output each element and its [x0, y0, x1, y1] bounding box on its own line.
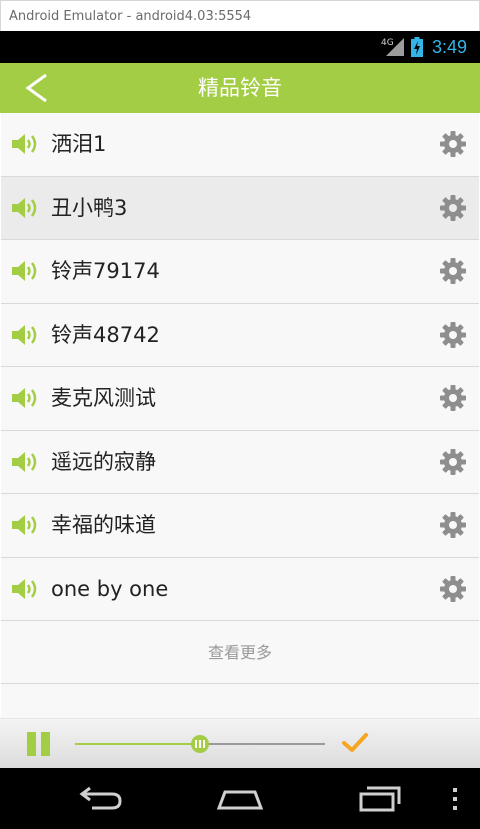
- ringtone-name: one by one: [51, 576, 169, 601]
- list-item[interactable]: 幸福的味道: [1, 494, 479, 558]
- gear-icon[interactable]: [440, 575, 466, 602]
- overflow-menu-icon[interactable]: [450, 788, 460, 810]
- gear-icon[interactable]: [440, 385, 466, 412]
- list-item[interactable]: 遥远的寂静: [1, 430, 479, 494]
- page-title: 精品铃音: [198, 76, 282, 100]
- ringtone-name: 麦克风测试: [51, 386, 156, 410]
- gear-icon[interactable]: [440, 258, 466, 285]
- ringtone-list: 洒泪1 丑小鸭3 铃声79174 铃声48742 麦克风测试 遥远的寂静 幸福的…: [1, 113, 479, 718]
- speaker-icon[interactable]: [12, 260, 40, 282]
- ringtone-name: 丑小鸭3: [51, 195, 128, 220]
- pause-icon[interactable]: [27, 732, 51, 756]
- gear-icon[interactable]: [440, 512, 466, 539]
- player-bar: [0, 718, 480, 768]
- signal-strength-icon: [386, 38, 404, 56]
- chevron-left-icon[interactable]: [18, 69, 58, 107]
- back-icon[interactable]: [78, 782, 124, 814]
- ringtone-name: 洒泪1: [51, 132, 107, 156]
- list-item[interactable]: one by one: [1, 557, 479, 621]
- progress-fill: [75, 743, 200, 745]
- battery-charging-icon: [411, 37, 423, 57]
- speaker-icon[interactable]: [12, 451, 40, 473]
- list-item[interactable]: 丑小鸭3: [1, 176, 479, 240]
- status-bar: [0, 31, 480, 63]
- speaker-icon[interactable]: [12, 387, 40, 409]
- list-item[interactable]: 铃声79174: [1, 240, 479, 304]
- recent-apps-icon[interactable]: [357, 782, 403, 814]
- ringtone-name: 铃声79174: [51, 259, 160, 283]
- list-item[interactable]: 铃声48742: [1, 303, 479, 367]
- speaker-icon[interactable]: [12, 514, 40, 536]
- load-more-button[interactable]: 查看更多: [1, 621, 479, 684]
- checkmark-icon[interactable]: [341, 731, 369, 755]
- gear-icon[interactable]: [440, 131, 466, 158]
- home-icon[interactable]: [215, 782, 265, 814]
- gear-icon[interactable]: [440, 194, 466, 221]
- gear-icon[interactable]: [440, 321, 466, 348]
- speaker-icon[interactable]: [12, 197, 40, 219]
- list-item[interactable]: 麦克风测试: [1, 367, 479, 431]
- list-item[interactable]: 洒泪1: [1, 113, 479, 177]
- progress-thumb[interactable]: [191, 735, 209, 753]
- gear-icon[interactable]: [440, 448, 466, 475]
- emulator-window-title: Android Emulator - android4.03:5554: [0, 0, 480, 31]
- ringtone-name: 遥远的寂静: [51, 449, 156, 474]
- status-clock: 3:49: [432, 37, 468, 57]
- ringtone-name: 幸福的味道: [51, 513, 156, 537]
- speaker-icon[interactable]: [12, 133, 40, 155]
- ringtone-name: 铃声48742: [51, 322, 160, 347]
- list-spacer: [1, 684, 479, 718]
- speaker-icon[interactable]: [12, 324, 40, 346]
- app-bar: 精品铃音: [0, 63, 480, 113]
- navigation-bar: [0, 768, 480, 829]
- speaker-icon[interactable]: [12, 578, 40, 600]
